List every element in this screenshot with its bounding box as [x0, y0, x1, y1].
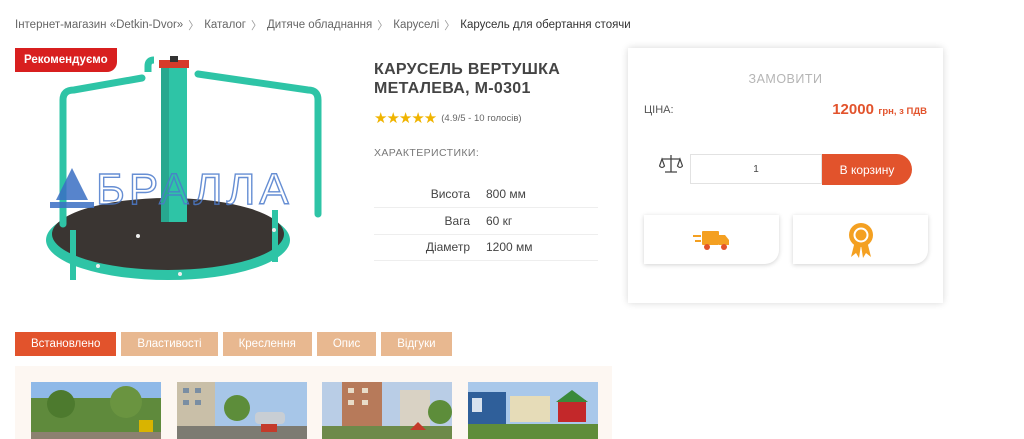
breadcrumb: Інтернет-магазин «Detkin-Dvor» 〉 Каталог…: [15, 17, 631, 33]
rating[interactable]: ★★★★★ (4.9/5 - 10 голосів): [374, 109, 522, 127]
product-image[interactable]: БРАЛЛА: [30, 52, 340, 297]
rating-text: (4.9/5 - 10 голосів): [441, 112, 522, 124]
scales-icon[interactable]: [659, 153, 683, 175]
tab-drawings[interactable]: Креслення: [222, 332, 312, 356]
spec-key: Діаметр: [374, 234, 486, 261]
gallery-photo[interactable]: [468, 382, 598, 439]
tab-properties[interactable]: Властивості: [121, 332, 218, 356]
breadcrumb-current: Карусель для обертання стоячи: [460, 19, 631, 31]
specs-table: Висота 800 мм Вага 60 кг Діаметр 1200 мм: [374, 181, 598, 261]
delivery-truck-icon: [692, 230, 729, 250]
spec-value: 1200 мм: [486, 234, 598, 261]
award-ribbon-icon: [848, 222, 873, 258]
characteristics-heading: ХАРАКТЕРИСТИКИ:: [374, 147, 480, 159]
tab-description[interactable]: Опис: [316, 332, 377, 356]
delivery-feature[interactable]: [644, 215, 779, 264]
spec-value: 800 мм: [486, 181, 598, 208]
order-card: ЗАМОВИТИ ЦІНА: 12000 грн, з ПДВ В корзин…: [628, 48, 943, 303]
order-title: ЗАМОВИТИ: [748, 72, 823, 86]
spec-key: Вага: [374, 207, 486, 235]
breadcrumb-separator-icon: 〉: [251, 20, 262, 32]
watermark-logo: БРАЛЛА: [50, 164, 293, 215]
gallery-photo[interactable]: [322, 382, 452, 439]
tab-installed[interactable]: Встановлено: [15, 332, 117, 356]
product-title: КАРУСЕЛЬ ВЕРТУШКА МЕТАЛЕВА, М-0301: [374, 61, 561, 97]
breadcrumb-separator-icon: 〉: [377, 20, 389, 32]
price: 12000 грн, з ПДВ: [832, 101, 927, 119]
gallery-photo[interactable]: [177, 382, 307, 439]
gallery-photo[interactable]: [31, 382, 161, 439]
breadcrumb-catalog-link[interactable]: Каталог: [204, 19, 246, 31]
breadcrumb-separator-icon: 〉: [188, 20, 200, 32]
quality-feature[interactable]: [793, 215, 928, 264]
add-to-cart-button[interactable]: В корзину: [822, 154, 912, 185]
product-tabs: Встановлено Властивості Креслення Опис В…: [15, 332, 457, 356]
tab-reviews[interactable]: Відгуки: [381, 332, 452, 356]
breadcrumb-home-link[interactable]: Інтернет-магазин «Detkin-Dvor»: [15, 19, 183, 31]
price-label: ЦІНА:: [644, 104, 674, 116]
installed-gallery: [15, 366, 612, 439]
price-unit: грн, з ПДВ: [878, 106, 927, 117]
rating-stars-icon[interactable]: ★★★★★: [374, 109, 437, 127]
breadcrumb-separator-icon: 〉: [444, 20, 456, 32]
breadcrumb-kids-equipment-link[interactable]: Дитяче обладнання: [267, 19, 372, 31]
spec-key: Висота: [374, 181, 486, 208]
table-row: Діаметр 1200 мм: [374, 234, 598, 261]
quantity-input[interactable]: [690, 154, 822, 184]
watermark-text: БРАЛЛА: [96, 165, 293, 214]
breadcrumb-carousels-link[interactable]: Каруселі: [393, 19, 439, 31]
table-row: Вага 60 кг: [374, 207, 598, 235]
spec-value: 60 кг: [486, 207, 598, 235]
table-row: Висота 800 мм: [374, 181, 598, 208]
recommended-badge: Рекомендуємо: [15, 48, 117, 72]
price-value: 12000: [832, 101, 874, 118]
